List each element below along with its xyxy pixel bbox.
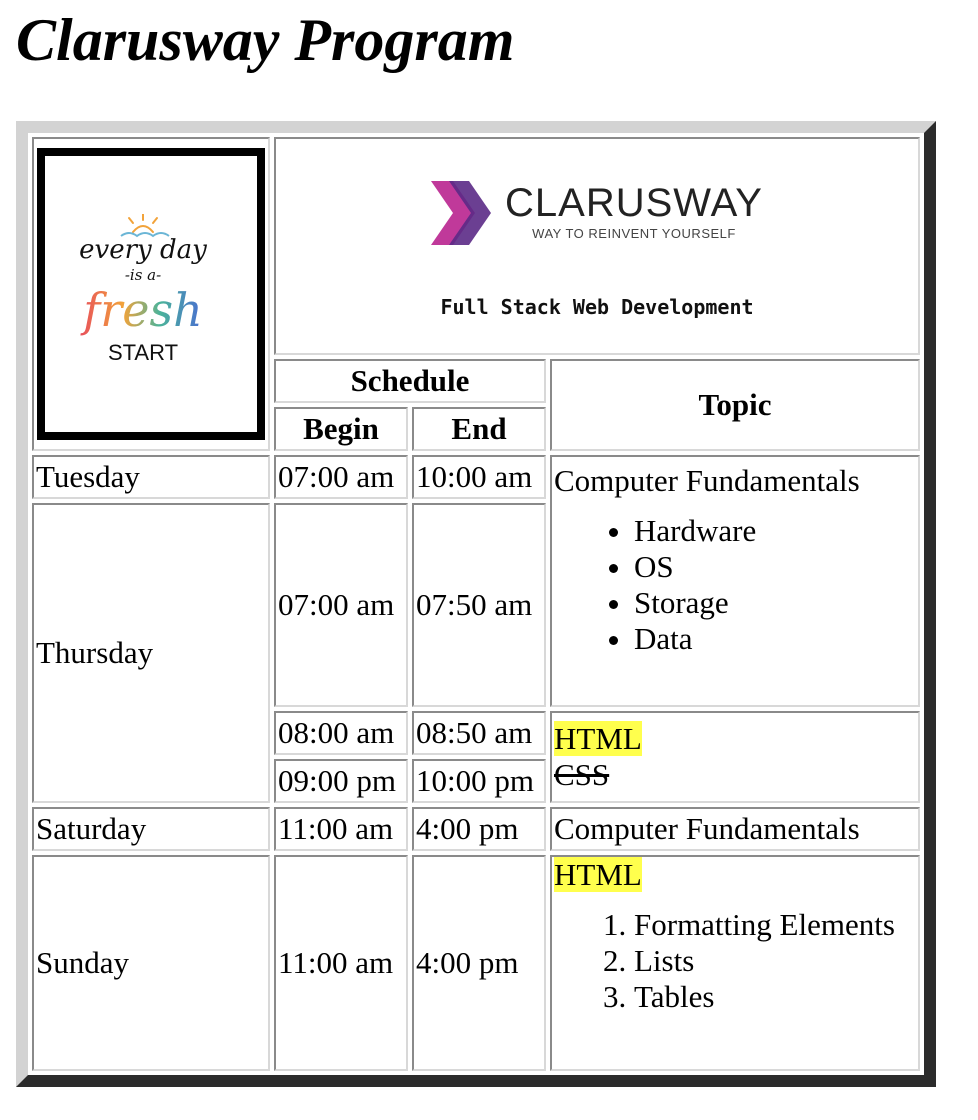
program-name: Full Stack Web Development [440,295,754,320]
begin-cell-thursday-1: 07:00 am [274,503,408,707]
brand-name: CLARUSWAY [505,181,763,226]
html-topics-list: Formatting Elements Lists Tables [554,907,916,1015]
topic-cell-html-css: HTML CSS [550,711,920,803]
end-header: End [412,407,546,451]
topic-header: Topic [550,359,920,451]
clarusway-logo: CLARUSWAY WAY TO REINVENT YOURSELF [431,180,763,245]
end-cell-thursday-1: 07:50 am [412,503,546,707]
list-item: Data [634,621,916,657]
list-item: Storage [634,585,916,621]
list-item: Formatting Elements [634,907,916,943]
computer-fundamentals-list: Hardware OS Storage Data [554,513,916,657]
day-cell-sunday: Sunday [32,855,270,1071]
begin-cell-sunday: 11:00 am [274,855,408,1071]
program-table: every day -is a- fresh START CLARUSWAY W… [16,121,936,1087]
end-cell-thursday-2: 08:50 am [412,711,546,755]
day-cell-saturday: Saturday [32,807,270,851]
poster-artwork: every day -is a- fresh START [79,214,207,365]
poster-line4: START [108,340,178,365]
html-highlight: HTML [554,721,642,757]
page-title: Clarusway Program [16,7,515,73]
poster-cell: every day -is a- fresh START [32,137,270,451]
topic-cell-saturday: Computer Fundamentals [550,807,920,851]
end-cell-thursday-3: 10:00 pm [412,759,546,803]
sun-icon [128,214,158,233]
end-cell-saturday: 4:00 pm [412,807,546,851]
chevron-logo-icon [431,180,492,245]
list-item: Tables [634,979,916,1015]
begin-cell-thursday-2: 08:00 am [274,711,408,755]
day-cell-thursday: Thursday [32,503,270,803]
brand-tagline: WAY TO REINVENT YOURSELF [532,226,736,242]
list-item: OS [634,549,916,585]
motivation-poster: every day -is a- fresh START [37,148,265,440]
day-cell-tuesday: Tuesday [32,455,270,499]
end-cell-tuesday: 10:00 am [412,455,546,499]
end-cell-sunday: 4:00 pm [412,855,546,1071]
poster-line1: every day [79,235,207,265]
schedule-header: Schedule [274,359,546,403]
begin-cell-tuesday: 07:00 am [274,455,408,499]
list-item: Hardware [634,513,916,549]
poster-line3: fresh [80,283,202,337]
begin-cell-thursday-3: 09:00 pm [274,759,408,803]
begin-header: Begin [274,407,408,451]
begin-cell-saturday: 11:00 am [274,807,408,851]
topic-cell-computer-fundamentals: Computer Fundamentals Hardware OS Storag… [550,455,920,707]
poster-line2: -is a- [125,266,161,284]
brand-cell: CLARUSWAY WAY TO REINVENT YOURSELF Full … [274,137,920,355]
topic-title: Computer Fundamentals [554,463,860,498]
list-item: Lists [634,943,916,979]
topic-cell-sunday: HTML Formatting Elements Lists Tables [550,855,920,1071]
html-highlight: HTML [554,857,642,892]
css-strikethrough: CSS [554,757,610,792]
